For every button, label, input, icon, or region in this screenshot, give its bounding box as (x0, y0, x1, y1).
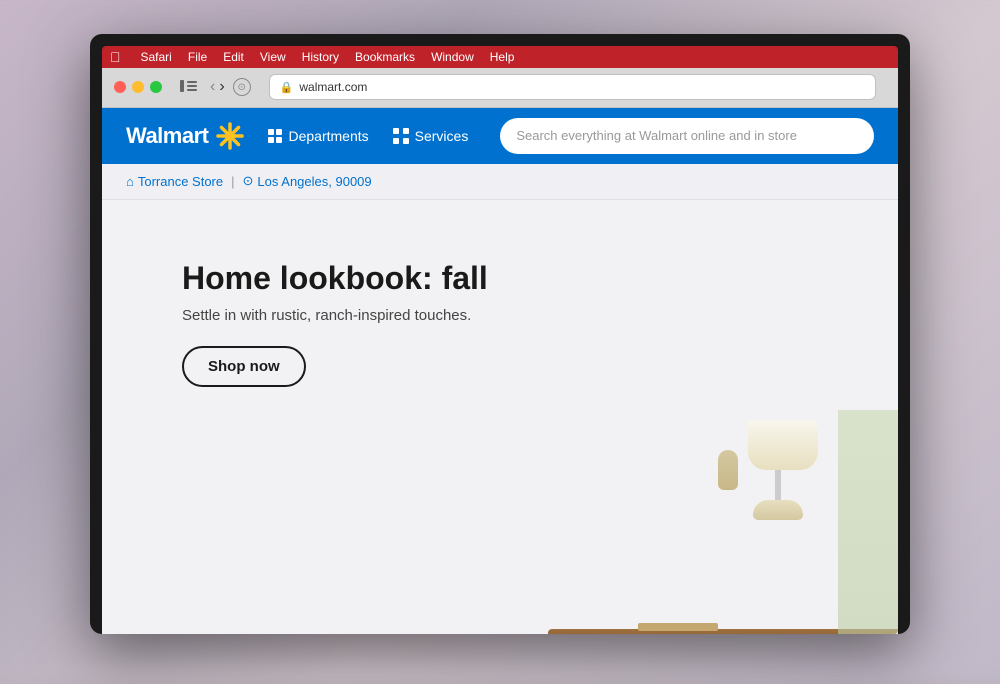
location-text: Los Angeles, 90009 (257, 174, 371, 189)
browser-content: Walmart Departments (102, 108, 898, 634)
menubar-view[interactable]: View (260, 50, 286, 64)
search-bar[interactable]: Search everything at Walmart online and … (500, 118, 874, 154)
menubar-history[interactable]: History (302, 50, 339, 64)
tray-decoration (638, 623, 718, 631)
sidebar-toggle-button[interactable] (180, 80, 198, 94)
departments-label: Departments (288, 128, 368, 144)
menubar-edit[interactable]: Edit (223, 50, 244, 64)
hero-subtitle: Settle in with rustic, ranch-inspired to… (182, 307, 488, 324)
window-light (838, 410, 898, 634)
walmart-navbar: Walmart Departments (102, 108, 898, 164)
monitor-frame:  Safari File Edit View History Bookmark… (90, 34, 910, 634)
apple-icon:  (110, 49, 121, 65)
location-bar: ⌂ Torrance Store | ⊙ Los Angeles, 90009 (102, 164, 898, 200)
departments-nav-link[interactable]: Departments (268, 128, 368, 144)
browser-toolbar: ‹ › ⊙ 🔒 walmart.com (102, 68, 898, 108)
minimize-button[interactable] (132, 81, 144, 93)
forward-button[interactable]: › (219, 78, 224, 96)
traffic-lights (114, 81, 162, 93)
lamp-decoration (738, 420, 818, 520)
departments-icon (268, 129, 282, 143)
store-location-link[interactable]: ⌂ Torrance Store (126, 174, 223, 189)
menubar-bookmarks[interactable]: Bookmarks (355, 50, 415, 64)
nav-arrows: ‹ › (210, 78, 225, 96)
menubar-safari[interactable]: Safari (141, 50, 172, 64)
services-nav-link[interactable]: Services (393, 128, 469, 144)
store-name: Torrance Store (138, 174, 223, 189)
menubar-help[interactable]: Help (490, 50, 515, 64)
menubar-window[interactable]: Window (431, 50, 474, 64)
city-location-link[interactable]: ⊙ Los Angeles, 90009 (243, 173, 372, 189)
vase-decoration (718, 450, 738, 490)
search-placeholder: Search everything at Walmart online and … (516, 128, 797, 143)
hero-text-block: Home lookbook: fall Settle in with rusti… (182, 240, 488, 387)
services-icon (393, 128, 409, 144)
shop-now-button[interactable]: Shop now (182, 346, 306, 387)
walmart-logo-text: Walmart (126, 123, 208, 149)
store-icon: ⌂ (126, 174, 134, 189)
location-pin-icon: ⊙ (243, 173, 254, 189)
macos-menubar:  Safari File Edit View History Bookmark… (102, 46, 898, 68)
walmart-logo[interactable]: Walmart (126, 122, 244, 150)
services-label: Services (415, 128, 469, 144)
hero-image (460, 410, 898, 634)
back-button[interactable]: ‹ (210, 78, 215, 96)
close-button[interactable] (114, 81, 126, 93)
hero-section: Home lookbook: fall Settle in with rusti… (102, 200, 898, 634)
location-separator: | (231, 174, 234, 189)
address-bar[interactable]: 🔒 walmart.com (269, 74, 876, 100)
reader-mode-icon[interactable]: ⊙ (233, 78, 251, 96)
lock-icon: 🔒 (280, 81, 294, 94)
url-text: walmart.com (299, 80, 367, 94)
menubar-file[interactable]: File (188, 50, 207, 64)
fullscreen-button[interactable] (150, 81, 162, 93)
walmart-spark-icon (216, 122, 244, 150)
hero-title: Home lookbook: fall (182, 260, 488, 297)
browser-chrome: ‹ › ⊙ 🔒 walmart.com Walmart (102, 68, 898, 634)
